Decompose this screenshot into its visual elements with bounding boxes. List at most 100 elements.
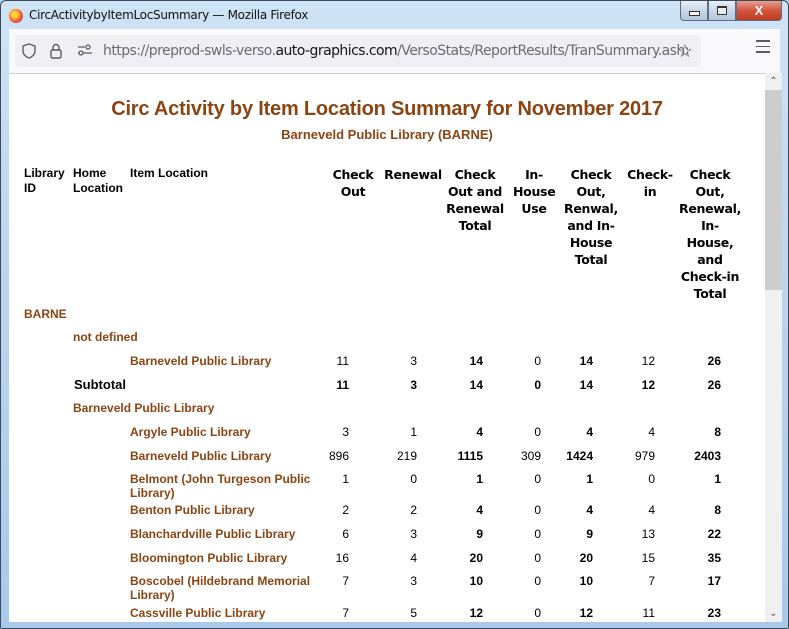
report-title: Circ Activity by Item Location Summary f… [111, 98, 663, 120]
table-row-value: 8 [714, 503, 721, 517]
header-renewal: Renewal [384, 167, 442, 182]
table-row-value: 309 [520, 449, 541, 463]
nav-bar: https://preprod-swls-verso.auto-graphics… [9, 29, 780, 73]
table-row-value: 4 [648, 425, 655, 439]
table-row-value: 7 [342, 574, 349, 588]
maximize-button[interactable] [708, 1, 736, 21]
header-check-out: Check Out [332, 167, 374, 199]
table-row-value: 4 [648, 503, 655, 517]
table-row-value: 14 [469, 354, 483, 368]
table-row-value: 4 [476, 503, 483, 517]
table-row-value: 2 [410, 503, 417, 517]
home-location: not defined [73, 330, 138, 344]
table-row-value: 17 [707, 574, 721, 588]
table-row-value: 0 [410, 472, 417, 486]
table-row-value: 1 [410, 425, 417, 439]
table-row-value: 0 [534, 527, 541, 541]
table-row-value: 4 [410, 551, 417, 565]
table-row-value: 7 [342, 606, 349, 620]
table-row-value: 9 [586, 527, 593, 541]
table-row-value: 1 [714, 472, 721, 486]
table-row-value: 20 [579, 551, 593, 565]
table-row-value: 2403 [694, 449, 721, 463]
table-row-value: 4 [586, 425, 593, 439]
table-row-value: 22 [707, 527, 721, 541]
library-id: BARNE [24, 307, 67, 321]
table-row-value: 3 [410, 527, 417, 541]
firefox-logo-icon [9, 9, 23, 23]
bookmark-star-icon[interactable]: ☆ [677, 41, 693, 62]
subtotal-row-value: 11 [336, 378, 349, 392]
table-row-value: 12 [469, 606, 483, 620]
table-row-value: 10 [469, 574, 483, 588]
table-row-value: 26 [707, 354, 721, 368]
vertical-scrollbar[interactable]: ⌃ ⌄ [765, 73, 782, 622]
shield-icon[interactable] [22, 43, 36, 59]
table-row-value: 0 [648, 472, 655, 486]
scroll-thumb[interactable] [765, 90, 782, 290]
maximize-icon [717, 6, 727, 15]
lock-icon[interactable] [50, 43, 62, 63]
table-row-value: 13 [641, 527, 655, 541]
page-content: Circ Activity by Item Location Summary f… [9, 73, 765, 622]
subtotal-label: Subtotal [74, 377, 126, 392]
table-row-value: 35 [707, 551, 721, 565]
close-button[interactable]: X [736, 1, 782, 21]
home-location: Barneveld Public Library [73, 401, 215, 415]
table-row-value: 219 [396, 449, 417, 463]
header-home-location: Home Location [73, 166, 123, 195]
table-row-value: 0 [534, 425, 541, 439]
header-grand-total: Check Out, Renewal, In-House, and Check-… [679, 167, 742, 301]
subtotal-row-value: 26 [707, 378, 721, 392]
table-row-value: 979 [634, 449, 655, 463]
table-row-value: 12 [641, 354, 655, 368]
table-row-value: 0 [534, 551, 541, 565]
subtotal-row-value: 14 [469, 378, 483, 392]
minimize-icon [688, 10, 700, 16]
table-row-value: 2 [342, 503, 349, 517]
table-row-value: 1 [342, 472, 349, 486]
table-row-value: 4 [586, 503, 593, 517]
header-checkout-renewal-total: Check Out and Renewal Total [446, 167, 504, 233]
subtotal-row-value: 12 [641, 378, 655, 392]
table-row-value: 11 [336, 354, 349, 368]
minimize-button[interactable] [680, 1, 708, 21]
url-text[interactable]: https://preprod-swls-verso.auto-graphics… [103, 43, 688, 59]
header-item-location: Item Location [130, 166, 209, 180]
url-path: /VersoStats/ReportResults/TranSummary.as… [397, 43, 688, 59]
table-row-value: 5 [410, 606, 417, 620]
browser-window: CircActivitybyItemLocSummary — Mozilla F… [0, 0, 789, 629]
scroll-up-arrow-icon[interactable]: ⌃ [765, 73, 782, 90]
report-subtitle: Barneveld Public Library (BARNE) [281, 127, 493, 142]
table-row-value: 0 [534, 503, 541, 517]
menu-icon[interactable] [756, 40, 770, 57]
header-check-in: Check-in [627, 167, 673, 199]
table-row-value: 14 [579, 354, 593, 368]
table-row-value: 16 [335, 551, 349, 565]
table-row-value: 1 [586, 472, 593, 486]
subtotal-row-value: 14 [579, 378, 593, 392]
header-in-house-use: In-House Use [513, 167, 556, 216]
table-row-value: 12 [579, 606, 593, 620]
table-row-value: 4 [476, 425, 483, 439]
table-row-value: 0 [534, 354, 541, 368]
table-row-value: 1424 [566, 449, 593, 463]
header-checkout-renewal-inhouse-total: Check Out, Renwal, and In-House Total [564, 167, 618, 267]
table-row-value: 11 [642, 606, 655, 620]
title-bar: CircActivitybyItemLocSummary — Mozilla F… [1, 1, 788, 29]
url-bar[interactable]: https://preprod-swls-verso.auto-graphics… [15, 35, 701, 67]
table-row-value: 3 [342, 425, 349, 439]
table-row-value: 0 [534, 574, 541, 588]
permissions-icon[interactable] [77, 43, 93, 61]
header-library-id: Library ID [24, 166, 65, 195]
url-host: auto-graphics.com [275, 43, 398, 59]
table-row-value: 15 [641, 551, 655, 565]
table-row-value: 3 [410, 354, 417, 368]
close-icon: X [754, 3, 764, 18]
table-row-value: 1115 [457, 449, 483, 463]
subtotal-row-value: 0 [534, 378, 541, 392]
scroll-down-arrow-icon[interactable]: ⌄ [765, 605, 782, 622]
table-row-value: 10 [579, 574, 593, 588]
table-row-value: 20 [469, 551, 483, 565]
table-row-value: 0 [534, 606, 541, 620]
